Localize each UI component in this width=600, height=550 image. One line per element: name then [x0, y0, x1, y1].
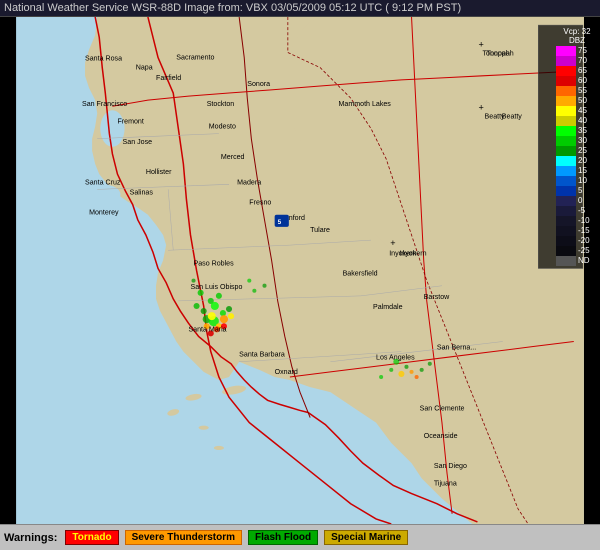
svg-text:Napa: Napa	[136, 64, 153, 72]
svg-text:Mammoth Lakes: Mammoth Lakes	[339, 100, 392, 108]
map-container: Santa Rosa Napa Fairfield Sacramento San…	[0, 17, 600, 524]
svg-text:Oceanside: Oceanside	[424, 432, 458, 440]
flash-flood-warning-badge[interactable]: Flash Flood	[248, 530, 318, 545]
radar-map: Santa Rosa Napa Fairfield Sacramento San…	[0, 17, 600, 524]
svg-text:San Clemente: San Clemente	[420, 404, 465, 412]
severe-thunderstorm-warning-badge[interactable]: Severe Thunderstorm	[125, 530, 242, 545]
svg-text:Fremont: Fremont	[117, 117, 143, 125]
svg-text:San Jose: San Jose	[123, 138, 153, 146]
legend-row-neg5: -5	[556, 206, 598, 216]
legend-row-15: 15	[556, 166, 598, 176]
legend-subtitle: DBZ	[556, 36, 598, 45]
svg-text:Sacramento: Sacramento	[176, 54, 214, 62]
svg-text:Oxnard: Oxnard	[275, 368, 298, 376]
header-title: National Weather Service WSR-88D Image f…	[4, 2, 461, 14]
special-marine-warning-badge[interactable]: Special Marine	[324, 530, 408, 545]
svg-text:5: 5	[278, 219, 282, 226]
legend-row-35: 35	[556, 126, 598, 136]
legend-row-20: 20	[556, 156, 598, 166]
svg-text:Santa Cruz: Santa Cruz	[85, 178, 121, 186]
legend-row-60: 60	[556, 76, 598, 86]
svg-text:Barstow: Barstow	[424, 293, 450, 301]
legend-row-0: 0	[556, 196, 598, 206]
svg-text:Bakersfield: Bakersfield	[343, 270, 378, 278]
svg-text:Inyokern: Inyokern	[399, 249, 426, 257]
legend-row-10: 10	[556, 176, 598, 186]
svg-text:San Berna...: San Berna...	[437, 344, 476, 352]
footer-bar: Warnings: Tornado Severe Thunderstorm Fl…	[0, 524, 600, 550]
legend-title: Vcp: 32	[556, 27, 598, 36]
legend-row-45: 45	[556, 106, 598, 116]
svg-text:+: +	[478, 39, 483, 49]
svg-text:Tijuana: Tijuana	[434, 479, 457, 487]
marine-warning-label: Special Marine	[331, 532, 401, 543]
svg-text:Monterey: Monterey	[89, 209, 119, 217]
legend-row-70: 70	[556, 56, 598, 66]
svg-text:Paso Robles: Paso Robles	[194, 259, 235, 267]
legend-row-75: 75	[556, 46, 598, 56]
svg-text:+: +	[390, 238, 395, 248]
severe-warning-label: Severe Thunderstorm	[132, 532, 235, 543]
legend-row-50: 50	[556, 96, 598, 106]
app: National Weather Service WSR-88D Image f…	[0, 0, 600, 550]
svg-text:Modesto: Modesto	[209, 123, 236, 131]
svg-text:Salinas: Salinas	[130, 188, 154, 196]
flash-warning-label: Flash Flood	[255, 532, 311, 543]
svg-text:Beatty: Beatty	[502, 112, 523, 120]
svg-text:Hollister: Hollister	[146, 168, 172, 176]
legend-row-nd: ND	[556, 256, 598, 266]
svg-text:Santa Barbara: Santa Barbara	[239, 351, 285, 359]
legend-row-55: 55	[556, 86, 598, 96]
legend-row-neg10: -10	[556, 216, 598, 226]
legend-row-25: 25	[556, 146, 598, 156]
svg-text:San Francisco: San Francisco	[82, 100, 127, 108]
svg-text:Fairfield: Fairfield	[156, 74, 181, 82]
legend-row-neg25: -25	[556, 246, 598, 256]
header-bar: National Weather Service WSR-88D Image f…	[0, 0, 600, 17]
warnings-label: Warnings:	[4, 532, 57, 544]
svg-text:Los Angeles: Los Angeles	[376, 354, 415, 362]
svg-text:Merced: Merced	[221, 153, 245, 161]
tornado-warning-label: Tornado	[72, 532, 111, 543]
svg-text:Tonopah: Tonopah	[487, 50, 514, 58]
svg-text:Palmdale: Palmdale	[373, 303, 403, 311]
svg-text:Santa Rosa: Santa Rosa	[85, 55, 122, 63]
svg-text:+: +	[478, 102, 483, 112]
svg-text:Stockton: Stockton	[207, 100, 235, 108]
tornado-warning-badge[interactable]: Tornado	[65, 530, 118, 545]
svg-text:Madera: Madera	[237, 178, 261, 186]
svg-text:Sonora: Sonora	[247, 80, 270, 88]
svg-text:Tulare: Tulare	[310, 226, 330, 234]
legend-row-neg20: -20	[556, 236, 598, 246]
svg-text:Santa Maria: Santa Maria	[188, 325, 226, 333]
legend-row-30: 30	[556, 136, 598, 146]
legend-row-5: 5	[556, 186, 598, 196]
svg-text:San Diego: San Diego	[434, 462, 467, 470]
radar-legend: Vcp: 32 DBZ 75 70 65 60 55	[556, 27, 598, 266]
legend-row-65: 65	[556, 66, 598, 76]
svg-text:Fresno: Fresno	[249, 199, 271, 207]
svg-text:San Luis Obispo: San Luis Obispo	[190, 283, 242, 291]
legend-row-40: 40	[556, 116, 598, 126]
legend-row-neg15: -15	[556, 226, 598, 236]
